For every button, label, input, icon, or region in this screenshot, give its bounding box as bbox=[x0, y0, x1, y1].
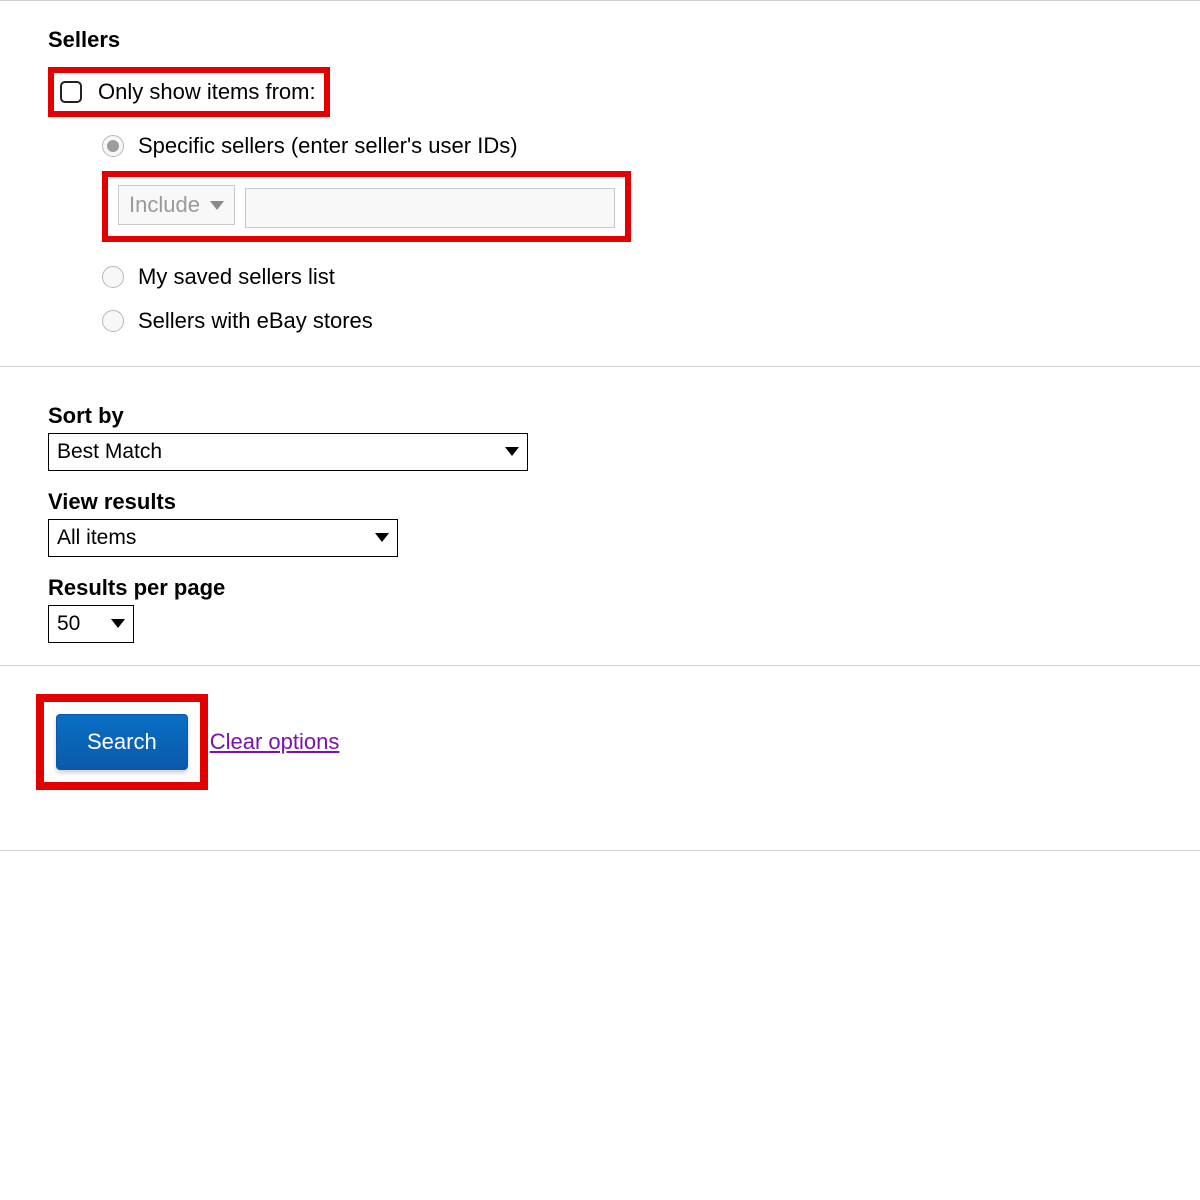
radio-saved-sellers-label: My saved sellers list bbox=[138, 264, 335, 290]
radio-specific-sellers-label: Specific sellers (enter seller's user ID… bbox=[138, 133, 518, 159]
only-show-label: Only show items from: bbox=[98, 79, 316, 105]
view-results-label: View results bbox=[48, 489, 1200, 515]
clear-options-link[interactable]: Clear options bbox=[210, 729, 340, 755]
search-button[interactable]: Search bbox=[56, 714, 188, 770]
chevron-down-icon bbox=[111, 619, 125, 628]
sort-by-select[interactable]: Best Match bbox=[48, 433, 528, 471]
sort-by-value: Best Match bbox=[57, 440, 485, 464]
highlight-only-show: Only show items from: bbox=[48, 67, 330, 117]
display-options-section: Sort by Best Match View results All item… bbox=[0, 367, 1200, 666]
include-exclude-value: Include bbox=[129, 192, 200, 218]
results-per-page-value: 50 bbox=[57, 612, 91, 636]
highlight-include-row: Include bbox=[102, 171, 631, 242]
radio-ebay-stores[interactable] bbox=[102, 310, 124, 332]
footer-section: Search Clear options bbox=[0, 666, 1200, 851]
view-results-select[interactable]: All items bbox=[48, 519, 398, 557]
chevron-down-icon bbox=[210, 201, 224, 210]
seller-radio-group: Specific sellers (enter seller's user ID… bbox=[102, 133, 1200, 334]
chevron-down-icon bbox=[375, 533, 389, 542]
include-exclude-select[interactable]: Include bbox=[118, 185, 235, 225]
highlight-search: Search bbox=[36, 694, 208, 790]
only-show-checkbox[interactable] bbox=[60, 81, 82, 103]
chevron-down-icon bbox=[505, 447, 519, 456]
sellers-section: Sellers Only show items from: Specific s… bbox=[0, 0, 1200, 367]
radio-saved-sellers[interactable] bbox=[102, 266, 124, 288]
sort-by-label: Sort by bbox=[48, 403, 1200, 429]
radio-specific-sellers[interactable] bbox=[102, 135, 124, 157]
radio-ebay-stores-label: Sellers with eBay stores bbox=[138, 308, 373, 334]
view-results-value: All items bbox=[57, 526, 355, 550]
results-per-page-label: Results per page bbox=[48, 575, 1200, 601]
sellers-heading: Sellers bbox=[48, 27, 1200, 53]
results-per-page-select[interactable]: 50 bbox=[48, 605, 134, 643]
seller-ids-input[interactable] bbox=[245, 188, 615, 228]
